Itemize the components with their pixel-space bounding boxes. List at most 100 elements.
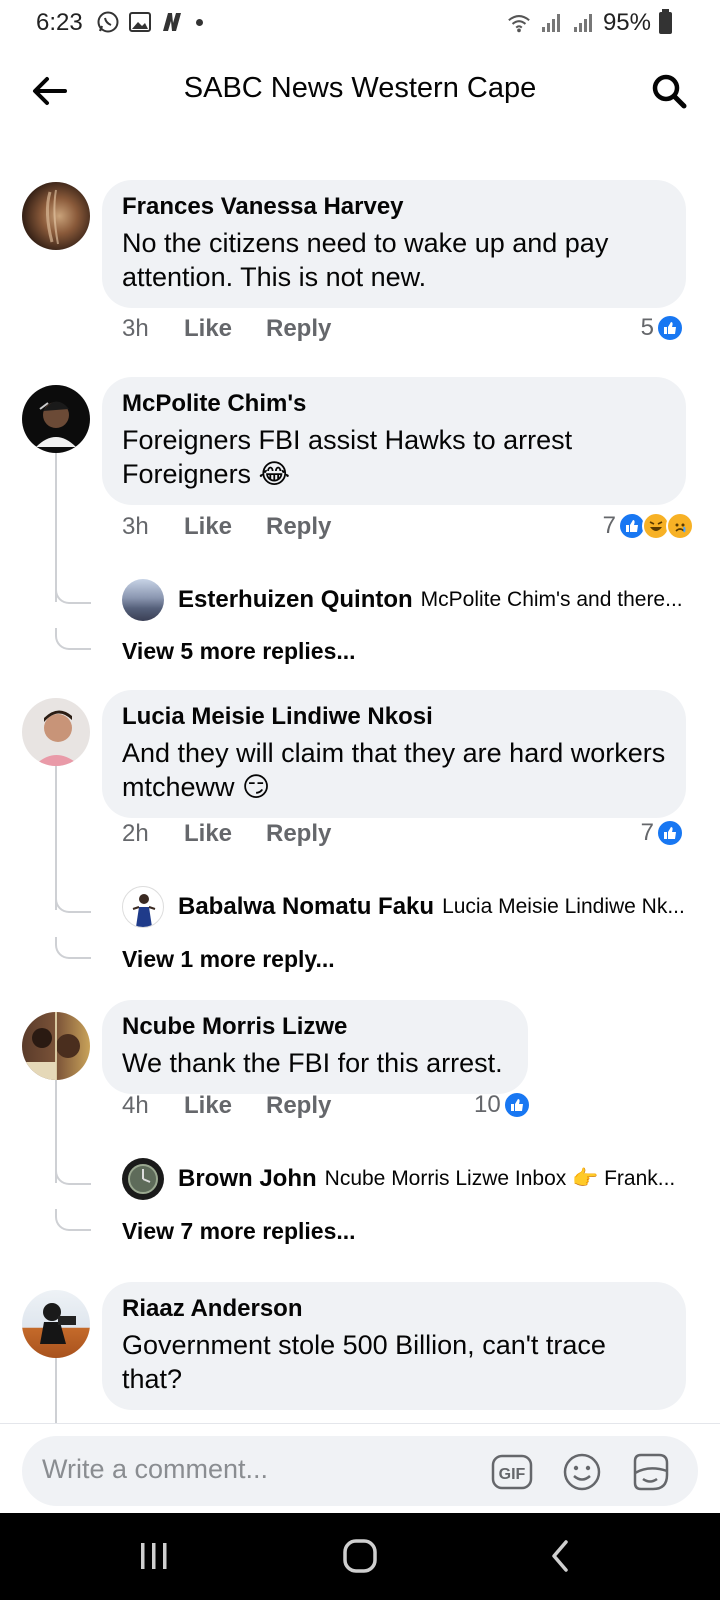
comment-actions: 2h Like Reply bbox=[122, 820, 331, 848]
reply-button[interactable]: Reply bbox=[266, 820, 331, 848]
reaction-summary[interactable]: 10 bbox=[474, 1091, 531, 1119]
comment-text: We thank the FBI for this arrest. bbox=[122, 1048, 503, 1078]
reaction-count: 10 bbox=[474, 1091, 501, 1118]
avatar bbox=[122, 579, 164, 621]
avatar[interactable] bbox=[22, 1012, 90, 1080]
notification-dot bbox=[196, 18, 203, 26]
status-notification-icons bbox=[96, 10, 203, 34]
comment-text: Government stole 500 Billion, can't trac… bbox=[122, 1330, 606, 1394]
battery-icon bbox=[659, 9, 672, 34]
comment-time: 3h bbox=[122, 315, 149, 342]
comment-text: And they will claim that they are hard w… bbox=[122, 738, 666, 802]
reaction-count: 5 bbox=[640, 314, 654, 341]
comment-bubble[interactable]: Riaaz Anderson Government stole 500 Bill… bbox=[102, 1282, 686, 1410]
reply-author: Esterhuizen Quinton bbox=[178, 586, 413, 613]
status-time: 6:23 bbox=[36, 9, 83, 36]
avatar[interactable] bbox=[22, 1290, 90, 1358]
gif-label: GIF bbox=[499, 1466, 526, 1483]
reply-author: Babalwa Nomatu Faku bbox=[178, 893, 435, 920]
like-reaction-icon bbox=[502, 1091, 531, 1119]
nav-back-button[interactable] bbox=[530, 1533, 590, 1579]
reaction-summary[interactable]: 7 bbox=[603, 512, 694, 540]
smiley-icon bbox=[563, 1453, 601, 1491]
reply-button[interactable]: Reply bbox=[266, 315, 331, 343]
avatar bbox=[122, 886, 164, 928]
page-header: SABC News Western Cape bbox=[0, 56, 720, 126]
like-reaction-icon bbox=[656, 819, 684, 847]
thread-branch bbox=[55, 1163, 91, 1185]
like-button[interactable]: Like bbox=[184, 513, 266, 541]
comment-author[interactable]: Lucia Meisie Lindiwe Nkosi bbox=[122, 702, 666, 732]
reply-author: Brown John bbox=[178, 1165, 317, 1192]
comment-text: No the citizens need to wake up and pay … bbox=[122, 228, 609, 292]
reply-text: Ncube Morris Lizwe Inbox 👉 Frank... bbox=[324, 1167, 676, 1190]
status-system-icons: 95% bbox=[507, 9, 672, 37]
reply-preview[interactable]: Esterhuizen Quinton McPolite Chim's and … bbox=[122, 578, 702, 622]
recents-icon bbox=[141, 1543, 167, 1569]
avatar[interactable] bbox=[22, 385, 90, 453]
comment-actions: 4h Like Reply bbox=[122, 1092, 331, 1120]
search-button[interactable] bbox=[642, 64, 696, 118]
thread-line bbox=[55, 765, 57, 910]
search-icon bbox=[652, 74, 687, 109]
battery-percent: 95% bbox=[602, 9, 651, 36]
thread-line bbox=[55, 452, 57, 602]
sticker-button[interactable] bbox=[628, 1450, 672, 1494]
gif-button[interactable]: GIF bbox=[490, 1450, 534, 1494]
comment-bubble[interactable]: Lucia Meisie Lindiwe Nkosi And they will… bbox=[102, 690, 686, 818]
comment-time: 3h bbox=[122, 513, 149, 540]
emoji-button[interactable] bbox=[560, 1450, 604, 1494]
thread-branch bbox=[55, 628, 91, 650]
reply-preview[interactable]: Brown John Ncube Morris Lizwe Inbox 👉 Fr… bbox=[122, 1157, 702, 1201]
comment-actions: 3h Like Reply bbox=[122, 315, 331, 343]
signal-icon bbox=[539, 11, 563, 35]
like-button[interactable]: Like bbox=[184, 315, 266, 343]
comment-composer: GIF bbox=[0, 1423, 720, 1513]
home-button[interactable] bbox=[330, 1533, 390, 1579]
thread-branch bbox=[55, 582, 91, 604]
view-more-replies[interactable]: View 7 more replies... bbox=[122, 1218, 356, 1245]
like-button[interactable]: Like bbox=[184, 1092, 266, 1120]
like-button[interactable]: Like bbox=[184, 820, 266, 848]
sticker-icon bbox=[633, 1453, 669, 1491]
page-title: SABC News Western Cape bbox=[183, 72, 537, 104]
reaction-summary[interactable]: 5 bbox=[641, 314, 684, 342]
n-app-icon bbox=[160, 10, 184, 34]
reaction-count: 7 bbox=[640, 819, 654, 846]
comment-author[interactable]: Ncube Morris Lizwe bbox=[122, 1012, 508, 1042]
composer-box: GIF bbox=[22, 1436, 698, 1506]
comment-bubble[interactable]: Ncube Morris Lizwe We thank the FBI for … bbox=[102, 1000, 528, 1094]
comment-text: Foreigners FBI assist Hawks to arrest Fo… bbox=[122, 425, 573, 489]
comment-time: 4h bbox=[122, 1092, 149, 1119]
reply-button[interactable]: Reply bbox=[266, 513, 331, 541]
reply-preview[interactable]: Babalwa Nomatu Faku Lucia Meisie Lindiwe… bbox=[122, 885, 702, 929]
comment-bubble[interactable]: McPolite Chim's Foreigners FBI assist Ha… bbox=[102, 377, 686, 505]
whatsapp-icon bbox=[96, 10, 120, 34]
comment-actions: 3h Like Reply bbox=[122, 513, 331, 541]
reaction-summary[interactable]: 7 bbox=[641, 819, 684, 847]
comment-bubble[interactable]: Frances Vanessa Harvey No the citizens n… bbox=[102, 180, 686, 308]
comment-author[interactable]: McPolite Chim's bbox=[122, 389, 666, 419]
status-bar: 6:23 95% bbox=[0, 0, 720, 44]
avatar[interactable] bbox=[22, 698, 90, 766]
signal-icon bbox=[571, 11, 595, 35]
avatar[interactable] bbox=[22, 182, 90, 250]
reply-text: Lucia Meisie Lindiwe Nk... bbox=[442, 895, 685, 918]
recents-button[interactable] bbox=[124, 1533, 184, 1579]
reply-text: McPolite Chim's and there... bbox=[420, 588, 683, 611]
system-nav-bar bbox=[0, 1513, 720, 1600]
comment-input[interactable] bbox=[42, 1454, 462, 1485]
comment-time: 2h bbox=[122, 820, 149, 847]
wifi-icon bbox=[507, 11, 531, 35]
reply-button[interactable]: Reply bbox=[266, 1092, 331, 1120]
back-chevron-icon bbox=[552, 1540, 568, 1572]
view-more-replies[interactable]: View 1 more reply... bbox=[122, 946, 335, 973]
gallery-icon bbox=[128, 10, 152, 34]
sad-reaction-icon bbox=[666, 512, 694, 540]
like-reaction-icon bbox=[656, 314, 684, 342]
comment-author[interactable]: Frances Vanessa Harvey bbox=[122, 192, 666, 222]
home-icon bbox=[343, 1539, 377, 1573]
thread-branch bbox=[55, 937, 91, 959]
comment-author[interactable]: Riaaz Anderson bbox=[122, 1294, 666, 1324]
view-more-replies[interactable]: View 5 more replies... bbox=[122, 638, 356, 665]
